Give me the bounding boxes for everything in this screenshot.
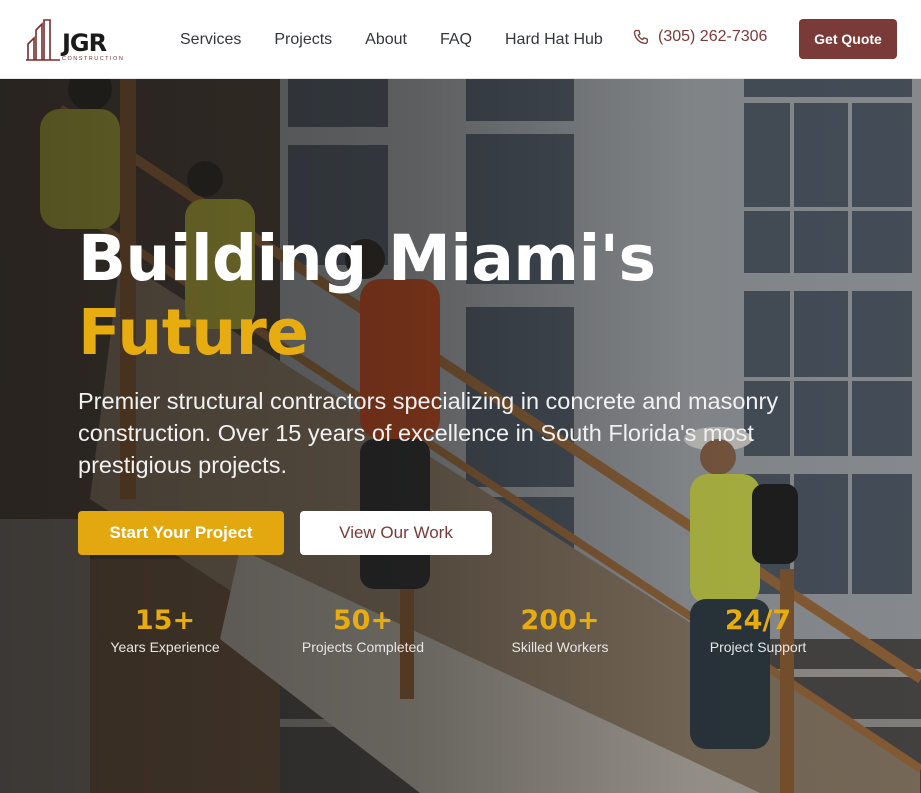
logo[interactable]: JGR CONSTRUCTION bbox=[26, 16, 126, 62]
hero-section: Building Miami's Future Premier structur… bbox=[0, 79, 921, 793]
nav-link-services[interactable]: Services bbox=[180, 31, 241, 49]
phone-icon bbox=[633, 29, 648, 45]
stat-label: Skilled Workers bbox=[511, 639, 609, 655]
stat-project-support: 24/7 Project Support bbox=[663, 604, 853, 656]
stats-row: 15+ Years Experience 50+ Projects Comple… bbox=[70, 604, 850, 664]
building-outline-icon bbox=[26, 19, 60, 61]
top-navbar: JGR CONSTRUCTION Services Projects About… bbox=[0, 0, 921, 79]
nav-link-hard-hat-hub[interactable]: Hard Hat Hub bbox=[505, 31, 603, 49]
stat-years-experience: 15+ Years Experience bbox=[70, 604, 260, 656]
headline-line-1: Building Miami's bbox=[78, 222, 656, 295]
stat-value: 24/7 bbox=[724, 605, 792, 636]
hero-headline: Building Miami's Future bbox=[78, 222, 656, 370]
stat-skilled-workers: 200+ Skilled Workers bbox=[465, 604, 655, 656]
stat-value: 200+ bbox=[520, 605, 600, 636]
stat-label: Years Experience bbox=[110, 639, 220, 655]
logo-subtitle: CONSTRUCTION bbox=[62, 56, 125, 62]
stat-projects-completed: 50+ Projects Completed bbox=[268, 604, 458, 656]
stat-value: 15+ bbox=[134, 605, 196, 636]
headline-accent-word: Future bbox=[78, 296, 309, 369]
stat-label: Projects Completed bbox=[301, 639, 425, 655]
get-quote-button[interactable]: Get Quote bbox=[799, 19, 897, 59]
nav-link-projects[interactable]: Projects bbox=[274, 31, 332, 49]
nav-link-faq[interactable]: FAQ bbox=[440, 31, 472, 49]
logo-wordmark: JGR bbox=[62, 29, 107, 57]
main-nav: Services Projects About FAQ Hard Hat Hub bbox=[180, 0, 636, 79]
nav-link-about[interactable]: About bbox=[365, 31, 407, 49]
phone-number: (305) 262-7306 bbox=[658, 28, 768, 45]
stat-value: 50+ bbox=[332, 605, 394, 636]
hero-lead-paragraph: Premier structural contractors specializ… bbox=[78, 388, 779, 478]
phone-link[interactable]: (305) 262-7306 bbox=[633, 28, 767, 46]
start-project-button[interactable]: Start Your Project bbox=[78, 511, 284, 555]
stat-label: Project Support bbox=[709, 639, 807, 655]
view-work-button[interactable]: View Our Work bbox=[300, 511, 492, 555]
